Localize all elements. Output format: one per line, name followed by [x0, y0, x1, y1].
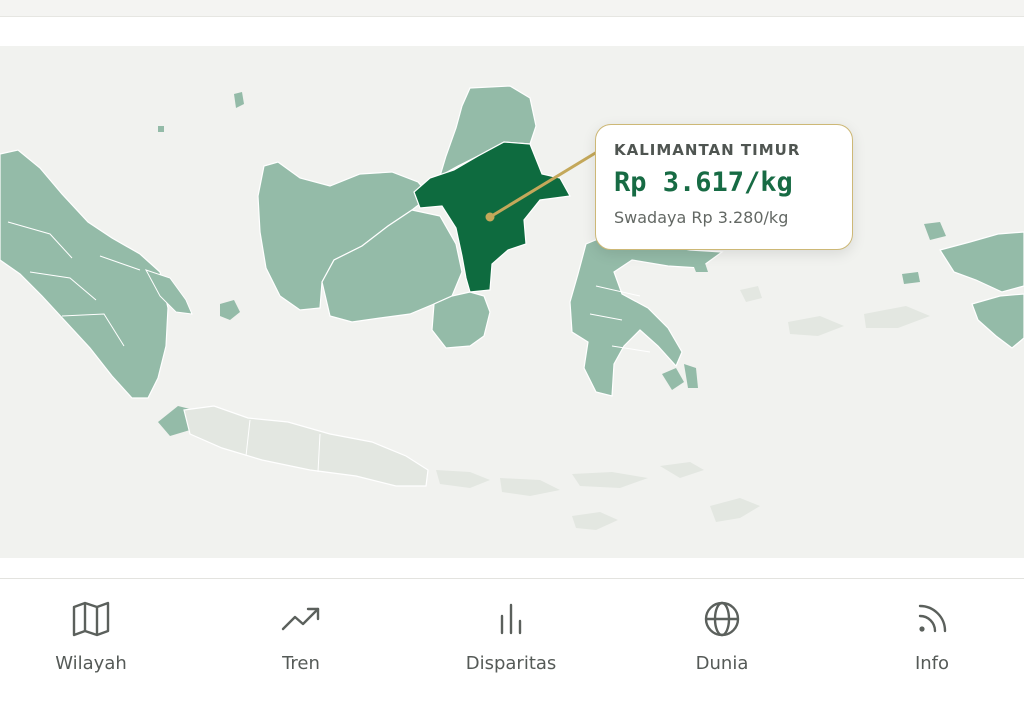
- region-papua[interactable]: [971, 293, 1024, 349]
- spacer-top: [0, 17, 1024, 46]
- nav-item-info[interactable]: Info: [857, 597, 1007, 677]
- map-icon: [69, 597, 113, 641]
- tooltip-price: Rp 3.617/kg: [614, 167, 793, 198]
- nav-label-tren: Tren: [282, 653, 320, 674]
- tooltip-secondary-price: Swadaya Rp 3.280/kg: [614, 208, 789, 227]
- map-svg[interactable]: [0, 46, 1024, 558]
- nav-item-wilayah[interactable]: Wilayah: [16, 597, 166, 677]
- region-java[interactable]: [183, 405, 429, 487]
- spacer-bottom: [0, 558, 1024, 578]
- rss-icon: [910, 597, 954, 641]
- region-kalimantan-selatan[interactable]: [431, 291, 491, 349]
- nav-label-dunia: Dunia: [695, 653, 749, 674]
- nav-item-disparitas[interactable]: Disparitas: [436, 597, 586, 677]
- nav-item-tren[interactable]: Tren: [226, 597, 376, 677]
- region-tooltip: KALIMANTAN TIMUR Rp 3.617/kg Swadaya Rp …: [595, 124, 853, 250]
- region-anchor-dot: [485, 212, 495, 222]
- tooltip-region-name: KALIMANTAN TIMUR: [614, 141, 801, 159]
- nav-label-info: Info: [914, 653, 950, 674]
- top-header-strip: [0, 0, 1024, 17]
- globe-icon: [700, 597, 744, 641]
- nav-label-disparitas: Disparitas: [465, 653, 557, 674]
- nav-label-wilayah: Wilayah: [55, 653, 127, 674]
- bar-chart-icon: [489, 597, 533, 641]
- region-papua-barat[interactable]: [939, 231, 1024, 293]
- nav-item-dunia[interactable]: Dunia: [647, 597, 797, 677]
- region-sumatra[interactable]: [0, 149, 169, 399]
- indonesia-map[interactable]: [0, 46, 1024, 558]
- trend-icon: [279, 597, 323, 641]
- bottom-navigation: Wilayah Tren Disparitas Dunia Info: [0, 578, 1024, 701]
